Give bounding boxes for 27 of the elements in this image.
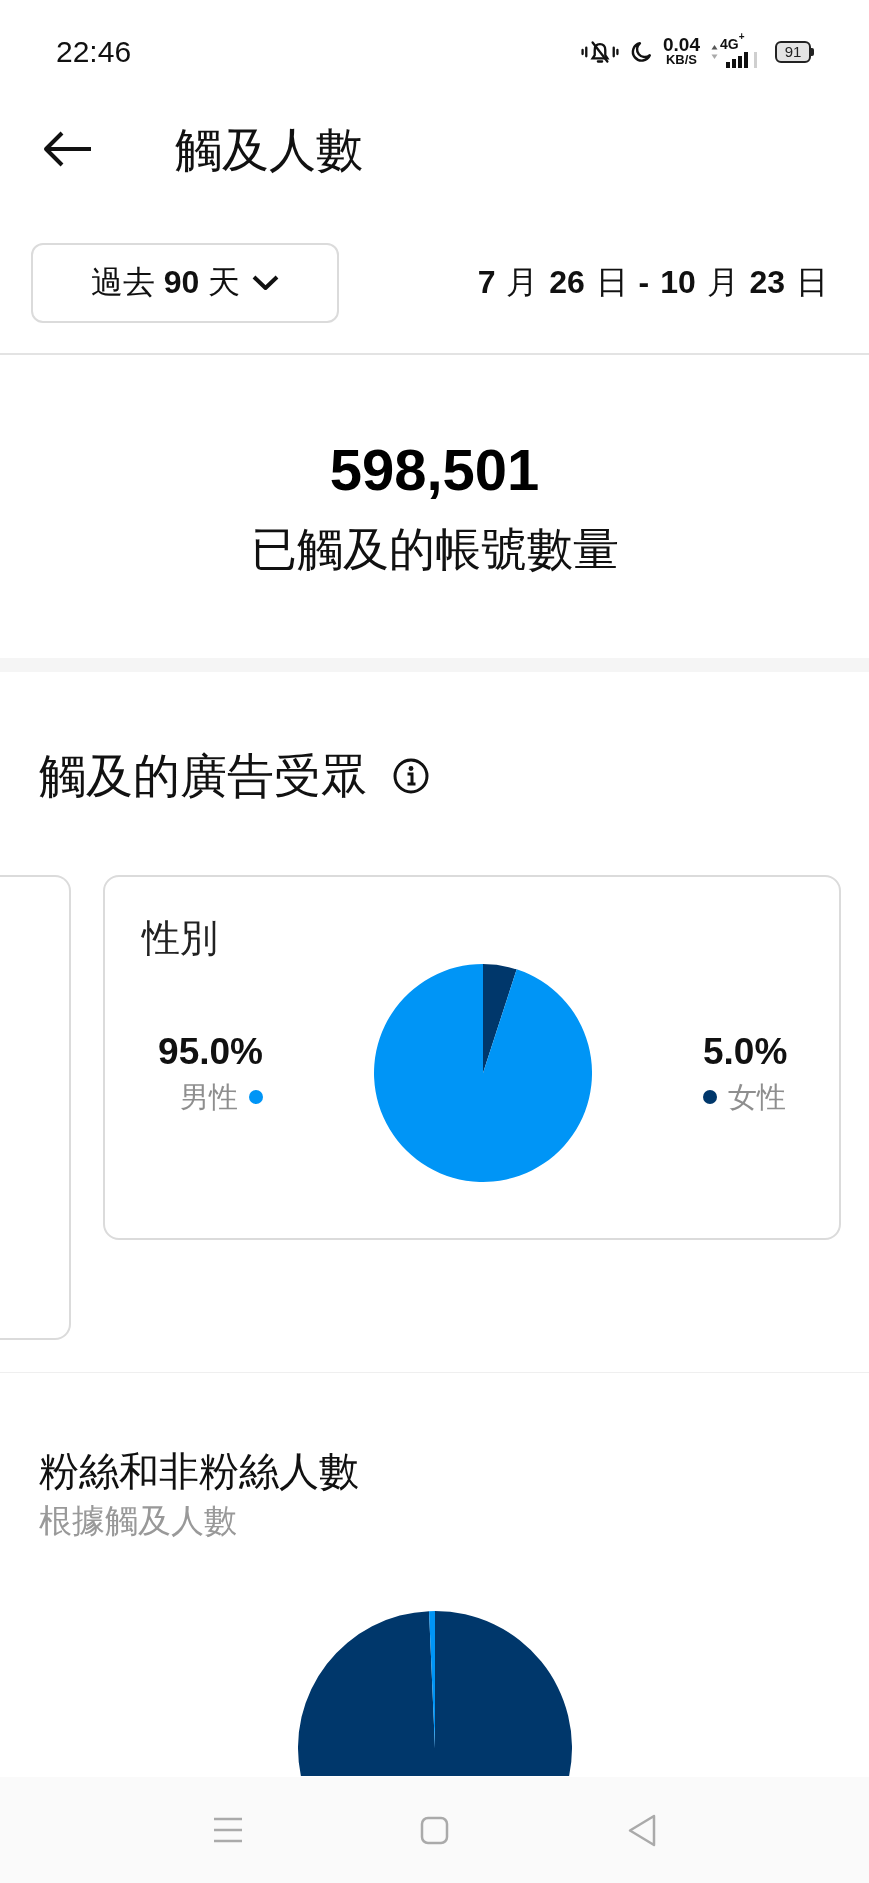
data-arrows-icon	[711, 44, 718, 60]
legend-label: 女性	[728, 1080, 786, 1115]
data-speed-value: 0.04	[663, 37, 700, 53]
metric-label: 已觸及的帳號數量	[250, 522, 619, 577]
page-title: 觸及人數	[175, 121, 363, 177]
clock-time: 22:46	[56, 35, 132, 69]
section-subtitle: 根據觸及人數	[38, 1501, 238, 1541]
percentage-value: 5.0%	[703, 1031, 788, 1073]
chevron-down-icon	[252, 275, 280, 291]
legend-label: 男性	[180, 1080, 238, 1115]
moon-icon	[630, 41, 652, 63]
section-title: 觸及的廣告受眾	[39, 748, 368, 803]
date-range-dropdown[interactable]: 過去 90 天	[31, 243, 339, 323]
signal-bars-icon	[726, 51, 758, 68]
home-icon[interactable]	[420, 1815, 449, 1845]
menu-icon[interactable]	[212, 1816, 243, 1844]
battery-indicator: 91	[775, 41, 814, 63]
back-arrow-icon[interactable]	[42, 130, 93, 168]
data-speed-unit: KB/S	[665, 53, 698, 67]
card-title: 性別	[140, 916, 219, 961]
info-icon[interactable]	[393, 757, 429, 794]
metric-value: 598,501	[329, 436, 540, 504]
muted-bell-icon	[581, 39, 619, 65]
percentage-value: 95.0%	[158, 1031, 263, 1073]
section-title: 粉絲和非粉絲人數	[38, 1448, 360, 1495]
back-icon[interactable]	[626, 1813, 657, 1847]
date-range-text: 7 月 26 日 - 10 月 23 日	[477, 263, 828, 302]
